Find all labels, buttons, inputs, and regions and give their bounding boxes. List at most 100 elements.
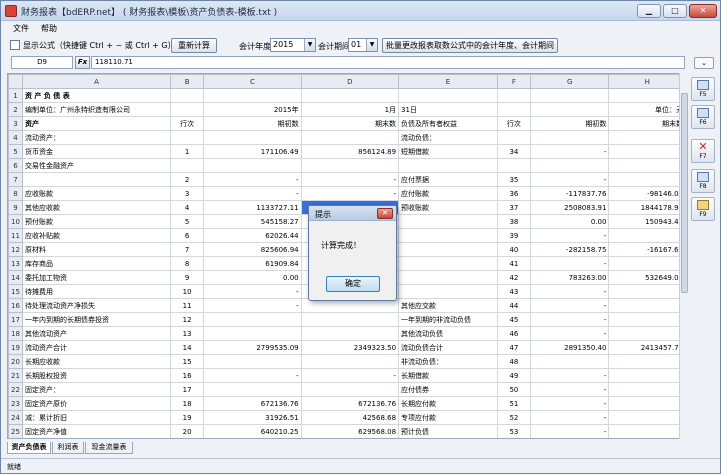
row-header[interactable]: 2 [8, 102, 23, 117]
cell-h7[interactable]: - [608, 172, 686, 187]
cell-c1[interactable] [203, 88, 302, 103]
cell-f17[interactable]: 45 [496, 312, 532, 327]
cell-h10[interactable]: 150943.49 [608, 214, 686, 229]
cell-c19[interactable]: 2799535.09 [203, 340, 302, 355]
cell-b10[interactable]: 5 [169, 214, 205, 229]
column-header[interactable]: H [608, 74, 686, 89]
cell-a2[interactable]: 编制单位：广州永特织造有限公司 [21, 102, 172, 117]
cell-a17[interactable]: 一年内到期的长期债券投资 [21, 312, 172, 327]
cell-g4[interactable] [530, 130, 610, 145]
cell-b20[interactable]: 15 [169, 354, 205, 369]
cell-f14[interactable]: 42 [496, 270, 532, 285]
cell-a22[interactable]: 固定资产： [21, 382, 172, 397]
cell-d2[interactable]: 1月 [300, 102, 400, 117]
cell-h19[interactable]: 2413457.75 [608, 340, 686, 355]
cell-e14[interactable] [398, 270, 498, 285]
cell-f11[interactable]: 39 [496, 228, 532, 243]
cell-h18[interactable]: - [608, 326, 686, 341]
cell-b2[interactable] [169, 102, 205, 117]
cell-b3[interactable]: 行次 [169, 116, 205, 131]
cell-d3[interactable]: 期末数 [300, 116, 400, 131]
cell-e25[interactable]: 预计负债 [398, 424, 498, 438]
column-header[interactable]: D [300, 74, 400, 89]
row-header[interactable]: 19 [8, 340, 23, 355]
cell-e21[interactable]: 长期借款 [398, 368, 498, 383]
formula-input[interactable]: 118110.71 [91, 56, 685, 69]
cell-c9[interactable]: 1133727.11 [203, 200, 302, 215]
cell-b21[interactable]: 16 [169, 368, 205, 383]
cell-a5[interactable]: 货币资金 [21, 144, 172, 159]
f5-button[interactable]: F5 [691, 77, 715, 101]
cell-b18[interactable]: 13 [169, 326, 205, 341]
cell-f10[interactable]: 38 [496, 214, 532, 229]
cell-g9[interactable]: 2508083.91 [530, 200, 610, 215]
cell-c16[interactable]: - [203, 298, 302, 313]
cell-b1[interactable] [169, 88, 205, 103]
cell-h5[interactable]: - [608, 144, 686, 159]
cell-h2[interactable]: 单位：元 [608, 102, 686, 117]
cell-h11[interactable]: - [608, 228, 686, 243]
cell-h22[interactable]: - [608, 382, 686, 397]
cell-d19[interactable]: 2349323.50 [300, 340, 400, 355]
cell-c22[interactable] [203, 382, 302, 397]
cell-a3[interactable]: 资产 [21, 116, 172, 131]
cell-e11[interactable] [398, 228, 498, 243]
cell-g10[interactable]: 0.00 [530, 214, 610, 229]
minimize-button[interactable]: ▁ [637, 4, 661, 18]
f6-button[interactable]: F6 [691, 105, 715, 129]
cell-a11[interactable]: 应收补贴款 [21, 228, 172, 243]
fiscal-period-select[interactable]: 01 ▼ [348, 38, 378, 52]
cell-c5[interactable]: 171106.49 [203, 144, 302, 159]
cell-b4[interactable] [169, 130, 205, 145]
fiscal-year-select[interactable]: 2015 ▼ [270, 38, 316, 52]
cell-e3[interactable]: 负债及所有者权益 [398, 116, 498, 131]
cell-a24[interactable]: 减：累计折旧 [21, 410, 172, 425]
cell-g2[interactable] [530, 102, 610, 117]
chevron-down-icon[interactable]: ⌄ [694, 57, 714, 69]
cell-f12[interactable]: 40 [496, 242, 532, 257]
cell-h1[interactable] [608, 88, 686, 103]
f8-button[interactable]: F8 [691, 169, 715, 193]
tab-income-statement[interactable]: 利润表 [52, 442, 84, 454]
cell-c4[interactable] [203, 130, 302, 145]
cell-f5[interactable]: 34 [496, 144, 532, 159]
row-header[interactable]: 6 [8, 158, 23, 173]
cell-b19[interactable]: 14 [169, 340, 205, 355]
row-header[interactable]: 25 [8, 424, 23, 438]
menu-help[interactable]: 帮助 [37, 22, 61, 35]
cell-f21[interactable]: 49 [496, 368, 532, 383]
cell-g13[interactable]: - [530, 256, 610, 271]
cell-c13[interactable]: 61909.84 [203, 256, 302, 271]
cell-d22[interactable] [300, 382, 400, 397]
cell-d21[interactable]: - [300, 368, 400, 383]
cell-c12[interactable]: 825606.94 [203, 242, 302, 257]
cell-reference[interactable]: D9 [11, 56, 73, 69]
cell-d1[interactable] [300, 88, 400, 103]
cell-a7[interactable] [21, 172, 172, 187]
cell-f9[interactable]: 37 [496, 200, 532, 215]
cell-f2[interactable] [496, 102, 532, 117]
cell-h25[interactable]: - [608, 424, 686, 438]
row-header[interactable]: 1 [8, 88, 23, 103]
cell-g1[interactable] [530, 88, 610, 103]
cell-a13[interactable]: 库存商品 [21, 256, 172, 271]
cell-a6[interactable]: 交易性金融资产 [21, 158, 172, 173]
cell-b12[interactable]: 7 [169, 242, 205, 257]
cell-c3[interactable]: 期初数 [203, 116, 302, 131]
cell-e16[interactable]: 其他应交款 [398, 298, 498, 313]
cell-c11[interactable]: 62026.44 [203, 228, 302, 243]
cell-e18[interactable]: 其他流动负债 [398, 326, 498, 341]
cell-b15[interactable]: 10 [169, 284, 205, 299]
cell-f18[interactable]: 46 [496, 326, 532, 341]
cell-g20[interactable] [530, 354, 610, 369]
column-header[interactable]: G [530, 74, 610, 89]
maximize-button[interactable]: □ [663, 4, 687, 18]
cell-b13[interactable]: 8 [169, 256, 205, 271]
cell-e13[interactable] [398, 256, 498, 271]
cell-g22[interactable]: - [530, 382, 610, 397]
cell-c6[interactable] [203, 158, 302, 173]
cell-d8[interactable]: - [300, 186, 400, 201]
cell-a19[interactable]: 流动资产合计 [21, 340, 172, 355]
column-header[interactable] [8, 74, 23, 89]
cell-c15[interactable]: - [203, 284, 302, 299]
